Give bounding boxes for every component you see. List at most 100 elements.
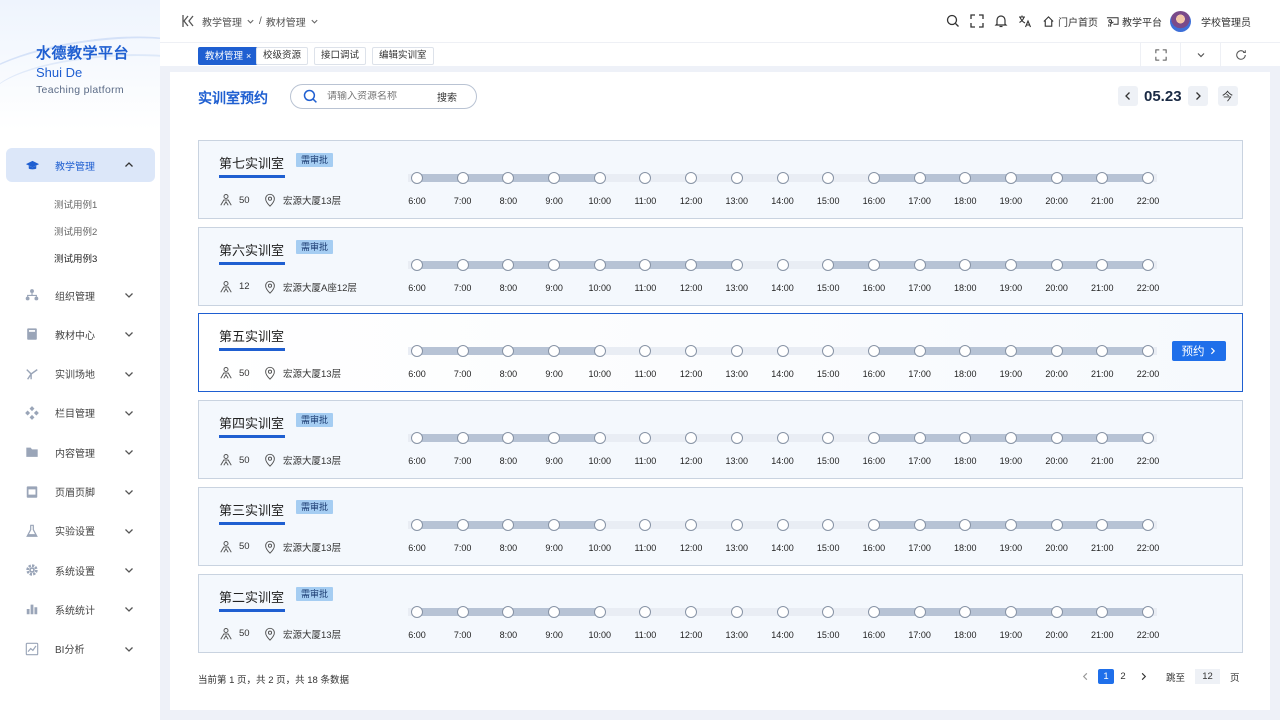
timeslot-dot[interactable]	[548, 258, 561, 271]
timeslot-dot[interactable]	[730, 258, 743, 271]
timeslot-dot[interactable]	[502, 172, 515, 184]
timeslot-dot[interactable]	[411, 605, 423, 618]
timeslot-dot[interactable]	[776, 432, 789, 445]
tab-school-resources[interactable]: 校级资源	[256, 47, 309, 65]
timeslot-dot[interactable]	[822, 345, 835, 358]
reserve-button[interactable]: 预约	[1172, 341, 1226, 362]
sidebar-item-4[interactable]: 栏目管理	[6, 396, 155, 430]
timeslot-dot[interactable]	[456, 518, 469, 531]
timeslot-dot[interactable]	[1142, 258, 1154, 271]
timeslot-dot[interactable]	[1004, 172, 1017, 184]
timeslot-dot[interactable]	[776, 605, 789, 618]
timeslot-dot[interactable]	[1142, 345, 1154, 358]
search-input[interactable]	[327, 91, 427, 102]
timeslot-dot[interactable]	[1142, 605, 1154, 618]
timeslot-dot[interactable]	[502, 432, 515, 445]
sidebar-item-2[interactable]: 教材中心	[6, 317, 155, 351]
timeslot-dot[interactable]	[502, 345, 515, 358]
search-button[interactable]: 搜索	[437, 89, 457, 104]
timeslot-dot[interactable]	[867, 518, 880, 531]
timeslot-dot[interactable]	[822, 432, 835, 445]
next-page-button[interactable]	[1136, 670, 1150, 684]
timeslot-dot[interactable]	[867, 258, 880, 271]
timeslot-dot[interactable]	[685, 432, 698, 445]
timeslot-dot[interactable]	[593, 605, 606, 618]
timeslot-dot[interactable]	[959, 605, 972, 618]
tab-edit-lab[interactable]: 编辑实训室	[372, 47, 434, 65]
tabs-fullscreen-icon[interactable]	[1140, 43, 1180, 67]
timeslot-dot[interactable]	[867, 432, 880, 445]
timeslot-dot[interactable]	[548, 172, 561, 184]
fullscreen-icon[interactable]	[969, 13, 985, 29]
refresh-icon[interactable]	[1220, 43, 1260, 67]
timeslot-dot[interactable]	[1004, 432, 1017, 445]
sidebar-subitem[interactable]: 测试用例2	[54, 224, 97, 238]
teaching-platform-link[interactable]: 教学平台	[1106, 14, 1162, 29]
timeslot-dot[interactable]	[867, 605, 880, 618]
timeslot-dot[interactable]	[502, 518, 515, 531]
timeslot-dot[interactable]	[685, 605, 698, 618]
close-icon[interactable]: ×	[246, 51, 251, 61]
timeslot-dot[interactable]	[1096, 518, 1109, 531]
prev-day-button[interactable]	[1118, 86, 1138, 106]
timeslot-dot[interactable]	[411, 518, 423, 531]
bell-icon[interactable]	[993, 13, 1009, 29]
breadcrumb-item[interactable]: 教材管理	[266, 14, 306, 29]
timeslot-dot[interactable]	[639, 432, 652, 445]
sidebar-item-3[interactable]: 实训场地	[6, 357, 155, 391]
timeslot-dot[interactable]	[639, 258, 652, 271]
timeslot-dot[interactable]	[959, 432, 972, 445]
room-card[interactable]: 第二实训室 需审批 50 宏源大厦13层 6:00 7:00 8:00 9:00 10:00 11…	[198, 573, 1243, 653]
timeslot-dot[interactable]	[502, 605, 515, 618]
timeslot-dot[interactable]	[867, 345, 880, 358]
timeslot-dot[interactable]	[639, 172, 652, 184]
sidebar-item-10[interactable]: BI分析	[6, 632, 155, 666]
timeslot-dot[interactable]	[1050, 258, 1063, 271]
timeslot-dot[interactable]	[913, 518, 926, 531]
breadcrumb-item[interactable]: 教学管理	[202, 14, 242, 29]
page-number[interactable]: 1	[1098, 669, 1114, 684]
timeslot-dot[interactable]	[959, 258, 972, 271]
timeslot-dot[interactable]	[959, 172, 972, 184]
timeslot-dot[interactable]	[730, 605, 743, 618]
timeslot-dot[interactable]	[913, 345, 926, 358]
timeslot-dot[interactable]	[411, 172, 423, 184]
tabs-dropdown-icon[interactable]	[1180, 43, 1220, 67]
timeslot-dot[interactable]	[593, 518, 606, 531]
sidebar-item-1[interactable]: 组织管理	[6, 278, 155, 312]
timeslot-dot[interactable]	[822, 258, 835, 271]
timeslot-dot[interactable]	[776, 518, 789, 531]
timeslot-dot[interactable]	[548, 345, 561, 358]
timeslot-dot[interactable]	[1050, 432, 1063, 445]
timeslot-dot[interactable]	[593, 258, 606, 271]
timeslot-dot[interactable]	[730, 172, 743, 184]
timeslot-dot[interactable]	[959, 345, 972, 358]
timeslot-dot[interactable]	[639, 345, 652, 358]
timeslot-dot[interactable]	[1096, 432, 1109, 445]
timeslot-dot[interactable]	[1096, 345, 1109, 358]
timeslot-dot[interactable]	[1142, 518, 1154, 531]
portal-home-link[interactable]: 门户首页	[1042, 14, 1098, 29]
sidebar-item-0[interactable]: 教学管理	[6, 148, 155, 182]
timeslot-dot[interactable]	[639, 605, 652, 618]
timeslot-dot[interactable]	[822, 605, 835, 618]
timeslot-dot[interactable]	[913, 258, 926, 271]
timeslot-dot[interactable]	[1004, 518, 1017, 531]
timeslot-dot[interactable]	[730, 432, 743, 445]
timeslot-dot[interactable]	[593, 345, 606, 358]
timeslot-dot[interactable]	[913, 432, 926, 445]
room-card[interactable]: 第六实训室 需审批 12 宏源大厦A座12层 6:00 7:00 8:00 9:00 10:00…	[198, 226, 1243, 306]
prev-page-button[interactable]	[1078, 670, 1092, 684]
timeslot-dot[interactable]	[456, 345, 469, 358]
timeslot-dot[interactable]	[730, 518, 743, 531]
timeslot-dot[interactable]	[1050, 345, 1063, 358]
timeslot-dot[interactable]	[822, 172, 835, 184]
collapse-sidebar-icon[interactable]	[180, 13, 196, 29]
timeslot-dot[interactable]	[1050, 172, 1063, 184]
sidebar-item-7[interactable]: 实验设置	[6, 514, 155, 548]
timeslot-dot[interactable]	[411, 432, 423, 445]
sidebar-item-5[interactable]: 内容管理	[6, 435, 155, 469]
timeslot-dot[interactable]	[776, 258, 789, 271]
timeslot-dot[interactable]	[1096, 172, 1109, 184]
timeslot-dot[interactable]	[776, 172, 789, 184]
